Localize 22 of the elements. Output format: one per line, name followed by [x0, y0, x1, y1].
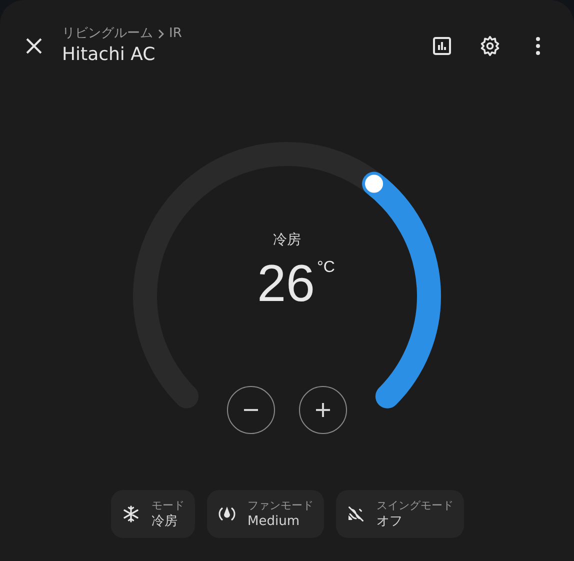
- chart-icon: [432, 36, 452, 56]
- breadcrumb-text: リビングルーム: [62, 25, 153, 43]
- minus-icon: [244, 409, 258, 411]
- dialog-title: Hitachi AC: [62, 43, 156, 67]
- temperature-value: 26: [257, 256, 315, 312]
- mode-chip[interactable]: モード 冷房: [110, 490, 194, 538]
- more-icon: [535, 36, 541, 56]
- close-icon: [25, 37, 43, 55]
- mode-label: 冷房: [273, 231, 301, 250]
- increase-button[interactable]: [299, 386, 347, 434]
- plus-icon: [314, 401, 332, 419]
- snowflake-icon: [122, 505, 140, 523]
- breadcrumb-text: IR: [169, 25, 182, 43]
- mode-chip[interactable]: スイングモード オフ: [336, 490, 464, 538]
- swing-off-icon: [346, 505, 364, 523]
- mode-chip[interactable]: ファンモード Medium: [206, 490, 324, 538]
- dial-handle[interactable]: [363, 172, 386, 195]
- temperature-unit: °C: [316, 258, 335, 278]
- gauge-icon: [218, 505, 236, 523]
- settings-icon: [479, 35, 501, 57]
- decrease-button[interactable]: [227, 386, 275, 434]
- chevron-right-icon: [157, 29, 165, 39]
